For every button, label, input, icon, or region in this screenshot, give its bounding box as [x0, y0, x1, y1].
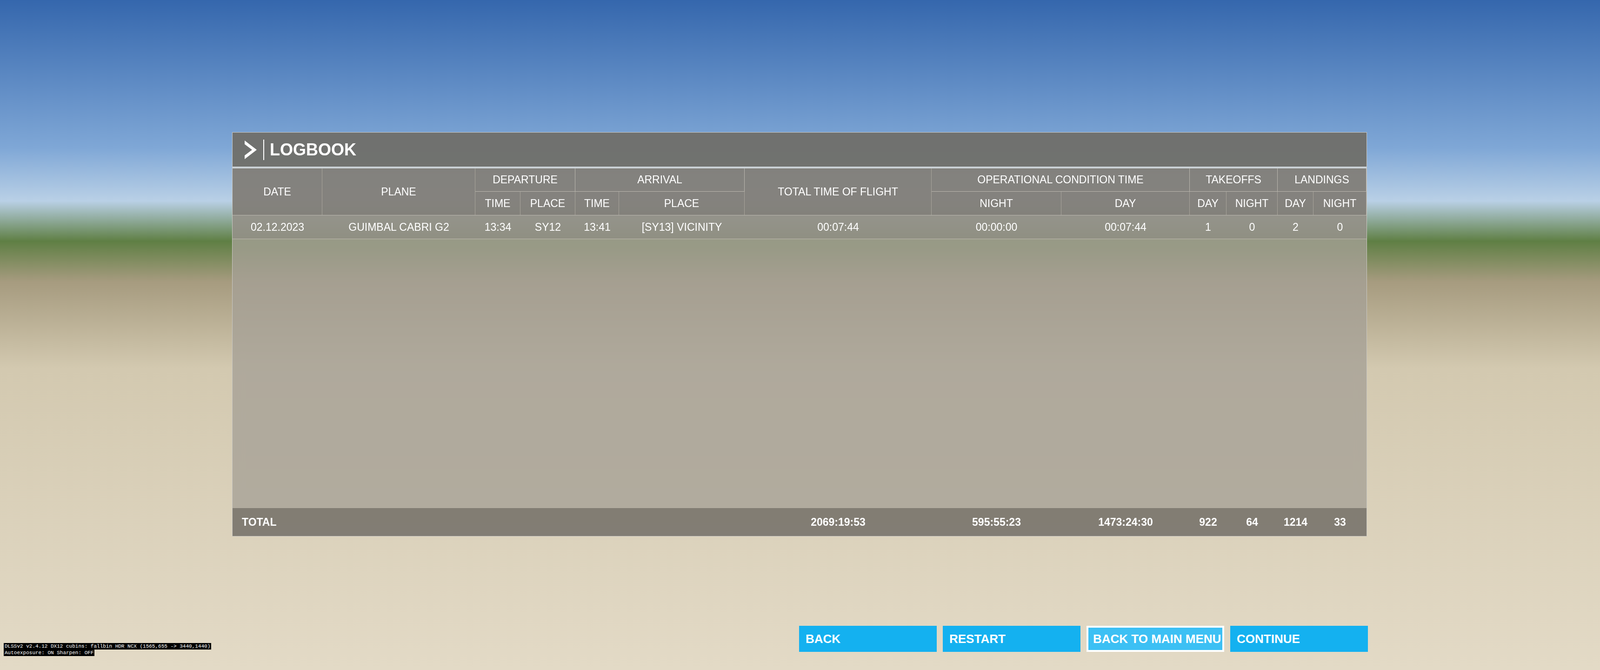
debug-line: DLSSv2 v2.4.12 DX12 cubins: fallbin HDR … — [3, 642, 212, 650]
column-subheader: DAY — [1189, 191, 1227, 215]
totals-cell: 922 — [1189, 507, 1227, 536]
totals-cell: 64 — [1226, 507, 1278, 536]
column-header: DEPARTURE — [475, 168, 576, 192]
table-header: DATEPLANEDEPARTUREARRIVALTOTAL TIME OF F… — [232, 168, 1367, 216]
totals-cell: 1473:24:30 — [1061, 507, 1190, 536]
menu-button[interactable]: BACK — [799, 625, 937, 652]
button-bar: BACKRESTARTBACK TO MAIN MENUCONTINUE — [0, 625, 1600, 652]
chevron-icon — [243, 139, 258, 160]
column-header: TAKEOFFS — [1189, 168, 1278, 192]
menu-button[interactable]: CONTINUE — [1230, 625, 1368, 652]
table-cell: [SY13] VICINITY — [619, 215, 745, 239]
totals-cell: 2069:19:53 — [744, 507, 932, 536]
table-body-empty — [232, 239, 1367, 508]
column-header: ARRIVAL — [575, 168, 745, 192]
column-subheader: DAY — [1277, 191, 1314, 215]
totals-label: TOTAL — [232, 507, 745, 536]
column-subheader: TIME — [475, 191, 521, 215]
table-cell: 2 — [1277, 215, 1314, 239]
table-cell: 1 — [1189, 215, 1227, 239]
menu-button[interactable]: RESTART — [942, 625, 1081, 652]
table-row[interactable]: 02.12.2023GUIMBAL CABRI G213:34SY1213:41… — [232, 215, 1367, 240]
totals-row: TOTAL2069:19:53595:55:231473:24:30922641… — [232, 507, 1367, 536]
column-subheader: PLACE — [520, 191, 576, 215]
column-subheader: NIGHT — [1313, 191, 1367, 215]
debug-overlay: DLSSv2 v2.4.12 DX12 cubins: fallbin HDR … — [3, 642, 212, 656]
table-cell: 00:07:44 — [1061, 215, 1190, 239]
logbook-header: LOGBOOK — [232, 132, 1367, 169]
column-header: OPERATIONAL CONDITION TIME — [931, 168, 1190, 192]
table-cell: GUIMBAL CABRI G2 — [322, 215, 476, 239]
totals-cell: 595:55:23 — [931, 507, 1062, 536]
column-header: LANDINGS — [1277, 168, 1367, 192]
column-header: PLANE — [322, 168, 476, 215]
table-cell: SY12 — [520, 215, 576, 239]
column-subheader: TIME — [575, 191, 620, 215]
table-cell: 13:41 — [575, 215, 620, 239]
table-cell: 0 — [1313, 215, 1367, 239]
menu-button[interactable]: BACK TO MAIN MENU — [1086, 625, 1225, 652]
column-header: DATE — [232, 168, 323, 215]
column-subheader: NIGHT — [1226, 191, 1278, 215]
table-cell: 0 — [1226, 215, 1278, 239]
column-subheader: NIGHT — [931, 191, 1062, 215]
totals-cell: 33 — [1313, 507, 1367, 536]
column-subheader: DAY — [1061, 191, 1190, 215]
table-cell: 00:00:00 — [931, 215, 1062, 239]
logbook-title: LOGBOOK — [269, 137, 357, 163]
column-subheader: PLACE — [619, 191, 745, 215]
totals-cell: 1214 — [1277, 507, 1314, 536]
table-cell: 13:34 — [475, 215, 521, 239]
table-cell: 02.12.2023 — [232, 215, 323, 239]
screen: LOGBOOKDATEPLANEDEPARTUREARRIVALTOTAL TI… — [0, 0, 1600, 670]
title-divider — [263, 139, 265, 160]
logbook-panel: LOGBOOKDATEPLANEDEPARTUREARRIVALTOTAL TI… — [232, 132, 1367, 536]
table-cell: 00:07:44 — [744, 215, 932, 239]
column-header: TOTAL TIME OF FLIGHT — [744, 168, 932, 215]
debug-line: Autoexposure: ON Sharpen: OFF — [3, 649, 95, 656]
